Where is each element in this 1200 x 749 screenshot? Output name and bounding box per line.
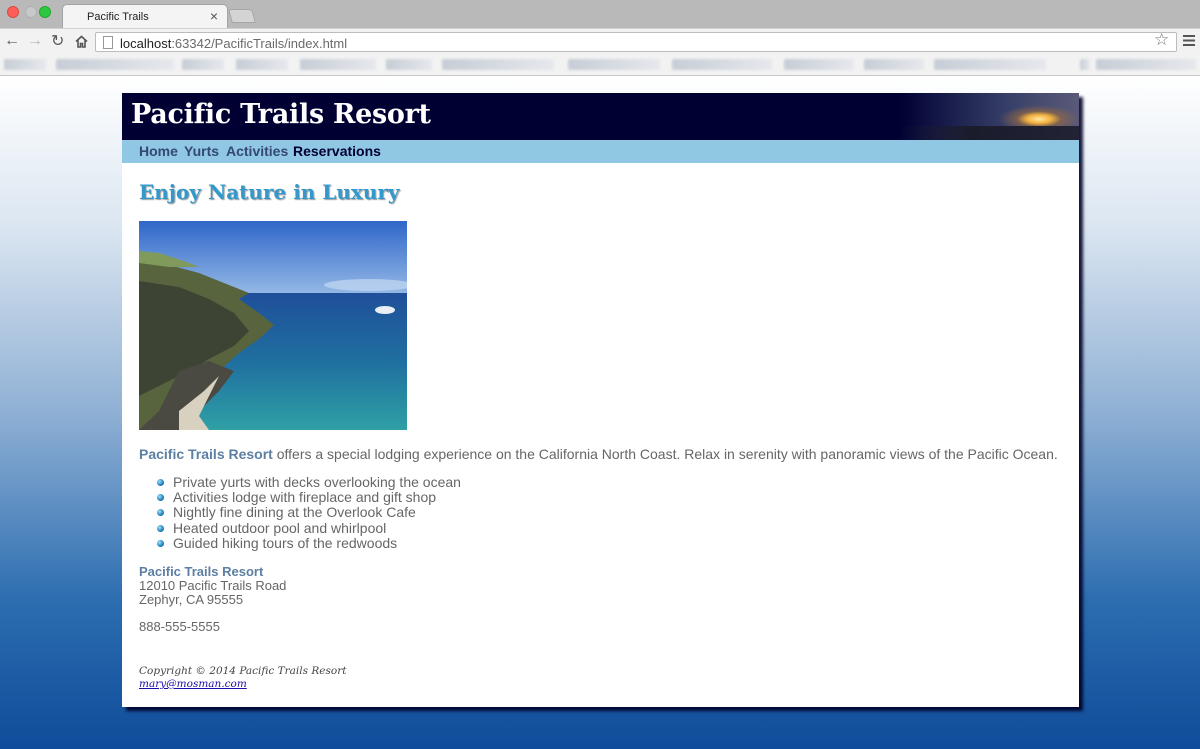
bookmark-item[interactable] [672, 59, 772, 70]
browser-tab[interactable]: Pacific Trails × [62, 4, 228, 28]
bookmarks-bar [0, 54, 1200, 76]
bookmark-item[interactable] [1096, 59, 1196, 70]
bookmark-item[interactable] [4, 59, 46, 70]
page-icon [103, 36, 113, 49]
forward-icon[interactable]: → [27, 32, 43, 50]
bookmark-item[interactable] [300, 59, 376, 70]
nav-yurts-link[interactable]: Yurts [184, 143, 219, 159]
nav-reservations-link[interactable]: Reservations [293, 143, 381, 159]
intro-text: offers a special lodging experience on t… [272, 446, 1058, 462]
bullet-icon [157, 539, 164, 547]
bullet-icon [157, 524, 164, 532]
contact-street: 12010 Pacific Trails Road [139, 578, 287, 593]
page-heading: Enjoy Nature in Luxury [139, 180, 400, 204]
window-close-button[interactable] [7, 6, 19, 18]
bookmark-item[interactable] [56, 59, 174, 70]
coastline-photo [139, 221, 407, 430]
bookmark-item[interactable] [1080, 59, 1090, 70]
bookmark-item[interactable] [236, 59, 288, 70]
bullet-icon [157, 509, 164, 517]
url-text: localhost:63342/PacificTrails/index.html [120, 36, 348, 51]
bullet-icon [157, 494, 164, 502]
page-wrapper: Pacific Trails Resort Home Yurts Activit… [122, 93, 1079, 707]
list-item: Activities lodge with fireplace and gift… [157, 490, 461, 505]
bookmark-star-icon[interactable]: ☆ [1154, 30, 1169, 50]
bullet-icon [157, 479, 164, 486]
contact-phone: 888-555-5555 [139, 619, 220, 634]
back-icon[interactable]: ← [4, 32, 20, 50]
site-title: Pacific Trails Resort [131, 99, 431, 130]
page-viewport: Pacific Trails Resort Home Yurts Activit… [0, 77, 1200, 749]
address-bar[interactable]: localhost:63342/PacificTrails/index.html [95, 32, 1177, 52]
reload-icon[interactable]: ↻ [51, 31, 64, 51]
list-item: Nightly fine dining at the Overlook Cafe [157, 505, 461, 520]
contact-name: Pacific Trails Resort [139, 564, 264, 579]
window-maximize-button[interactable] [39, 6, 51, 18]
window-minimize-button[interactable] [25, 6, 37, 18]
bookmark-item[interactable] [934, 59, 1046, 70]
footer-email-link[interactable]: mary@mosman.com [139, 678, 247, 690]
browser-tab-bar: Pacific Trails × [0, 0, 1200, 28]
intro-paragraph: Pacific Trails Resort offers a special l… [139, 446, 1058, 462]
list-item: Guided hiking tours of the redwoods [157, 535, 461, 551]
bookmark-item[interactable] [864, 59, 924, 70]
home-icon[interactable] [75, 35, 88, 48]
list-item: Heated outdoor pool and whirlpool [157, 520, 461, 536]
bookmark-item[interactable] [784, 59, 854, 70]
site-nav: Home Yurts Activities Reservations [122, 140, 1079, 163]
tab-title: Pacific Trails [87, 11, 149, 23]
bookmark-item[interactable] [182, 59, 224, 70]
browser-toolbar: ← → ↻ localhost:63342/PacificTrails/inde… [0, 28, 1200, 54]
menu-icon[interactable] [1183, 35, 1195, 46]
intro-brand: Pacific Trails Resort [139, 446, 273, 462]
banner-rocks [899, 126, 1079, 140]
new-tab-button[interactable] [228, 9, 256, 23]
bookmark-item[interactable] [442, 59, 554, 70]
list-item: Private yurts with decks overlooking the… [157, 475, 461, 490]
tab-close-icon[interactable]: × [210, 8, 218, 24]
footer-copyright: Copyright © 2014 Pacific Trails Resort [139, 665, 347, 677]
site-header: Pacific Trails Resort [122, 93, 1079, 140]
bookmark-item[interactable] [386, 59, 432, 70]
nav-activities-link[interactable]: Activities [226, 143, 288, 159]
bookmark-item[interactable] [568, 59, 660, 70]
contact-city: Zephyr, CA 95555 [139, 592, 244, 607]
features-list: Private yurts with decks overlooking the… [157, 475, 461, 551]
nav-home-link[interactable]: Home [139, 143, 178, 159]
